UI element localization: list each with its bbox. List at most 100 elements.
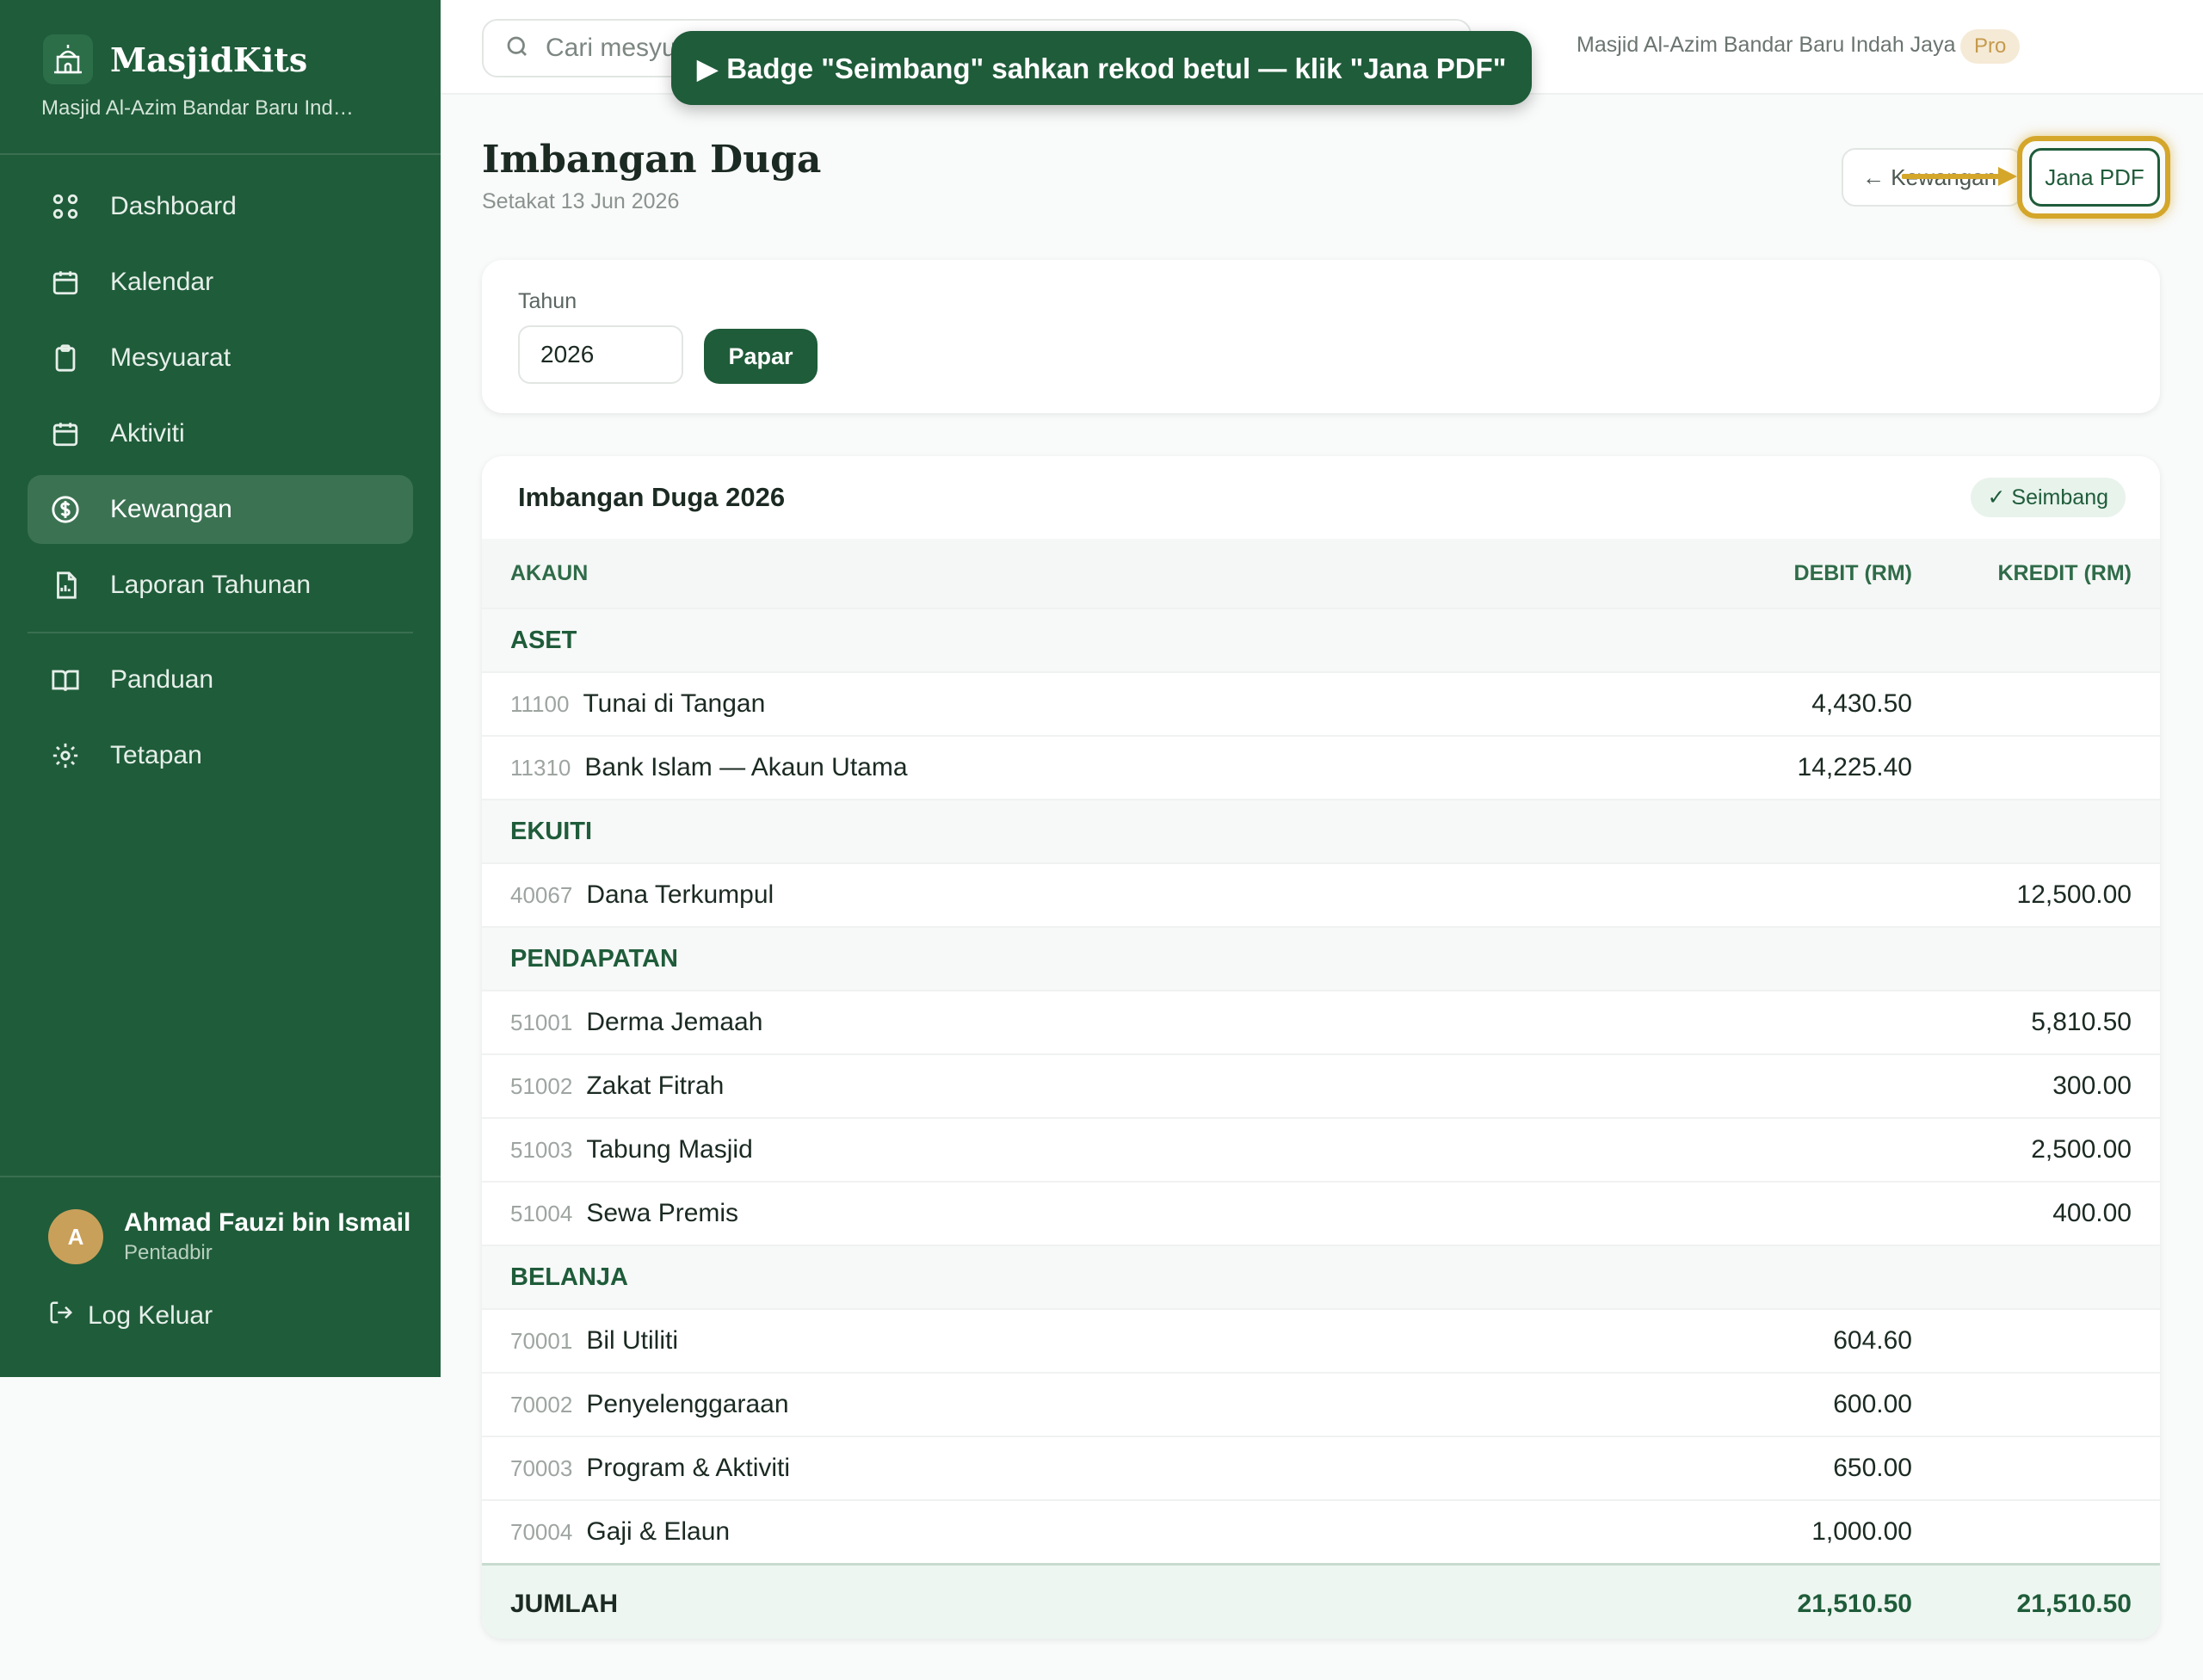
avatar: A xyxy=(48,1209,103,1264)
dollar-icon xyxy=(48,492,83,527)
table-row: 51003 Tabung Masjid 2,500.00 xyxy=(482,1117,2160,1181)
search-icon xyxy=(504,34,530,64)
logout-button[interactable]: Log Keluar xyxy=(0,1265,441,1332)
trial-balance-card: Imbangan Duga 2026 ✓ Seimbang AKAUN DEBI… xyxy=(482,456,2160,1639)
account-code: 70001 xyxy=(510,1328,573,1354)
account-code: 40067 xyxy=(510,882,573,908)
gear-icon xyxy=(48,738,83,773)
sidebar-item-dashboard[interactable]: Dashboard xyxy=(28,172,413,241)
sidebar-item-panduan[interactable]: Panduan xyxy=(28,645,413,714)
show-button[interactable]: Papar xyxy=(704,329,818,384)
group-row: BELANJA xyxy=(482,1245,2160,1308)
sidebar-item-label: Kalendar xyxy=(110,268,214,296)
logout-label: Log Keluar xyxy=(88,1301,213,1330)
group-label: ASET xyxy=(510,626,577,654)
brand-subtitle: Masjid Al-Azim Bandar Baru Indah J... xyxy=(41,96,361,120)
total-label: JUMLAH xyxy=(510,1589,618,1618)
sidebar-item-aktiviti[interactable]: Aktiviti xyxy=(28,399,413,468)
brand[interactable]: MasjidKits xyxy=(0,0,441,84)
group-label: PENDAPATAN xyxy=(510,944,678,973)
instruction-toast: ▶ Badge "Seimbang" sahkan rekod betul — … xyxy=(671,31,1532,105)
account-name: Zakat Fitrah xyxy=(586,1072,725,1100)
table-header-row: AKAUN DEBIT (RM) KREDIT (RM) xyxy=(482,539,2160,608)
sidebar-nav: Dashboard Kalendar Mesyuarat Aktiviti Ke… xyxy=(0,155,441,790)
table-row: 70004 Gaji & Elaun 1,000.00 xyxy=(482,1499,2160,1563)
sidebar-item-laporan-tahunan[interactable]: Laporan Tahunan xyxy=(28,551,413,620)
column-header-credit: KREDIT (RM) xyxy=(1997,560,2132,585)
calendar-icon xyxy=(48,265,83,300)
card-header: Imbangan Duga 2026 ✓ Seimbang xyxy=(482,456,2160,539)
account-code: 11310 xyxy=(510,755,571,781)
table-row: 11310 Bank Islam — Akaun Utama 14,225.40 xyxy=(482,735,2160,799)
account-code: 51004 xyxy=(510,1201,573,1226)
mosque-logo-icon xyxy=(43,34,93,84)
account-name: Tunai di Tangan xyxy=(583,689,766,718)
sidebar-item-kalendar[interactable]: Kalendar xyxy=(28,248,413,317)
table-row: 70002 Penyelenggaraan 600.00 xyxy=(482,1372,2160,1436)
credit-value: 12,500.00 xyxy=(2016,880,2132,909)
credit-value: 300.00 xyxy=(2052,1072,2132,1100)
divider xyxy=(28,632,413,633)
account-name: Dana Terkumpul xyxy=(586,880,774,909)
debit-value: 14,225.40 xyxy=(1797,753,1912,781)
table-row: 70003 Program & Aktiviti 650.00 xyxy=(482,1436,2160,1499)
grid-icon xyxy=(48,189,83,224)
credit-value: 2,500.00 xyxy=(2031,1135,2132,1164)
user-role: Pentadbir xyxy=(124,1241,213,1264)
sidebar-item-label: Dashboard xyxy=(110,192,237,220)
total-debit: 21,510.50 xyxy=(1797,1589,1912,1618)
group-row: EKUITI xyxy=(482,799,2160,862)
account-name: Derma Jemaah xyxy=(586,1008,763,1036)
table-row: 51001 Derma Jemaah 5,810.50 xyxy=(482,990,2160,1053)
group-row: ASET xyxy=(482,608,2160,671)
group-row: PENDAPATAN xyxy=(482,926,2160,990)
column-header-account: AKAUN xyxy=(510,560,589,585)
sidebar-item-mesyuarat[interactable]: Mesyuarat xyxy=(28,324,413,392)
account-code: 51001 xyxy=(510,1010,573,1035)
account-code: 70002 xyxy=(510,1392,573,1418)
total-row: JUMLAH 21,510.50 21,510.50 xyxy=(482,1563,2160,1639)
table-row: 40067 Dana Terkumpul 12,500.00 xyxy=(482,862,2160,926)
user-profile[interactable]: A Ahmad Fauzi bin Ismail Pentadbir xyxy=(0,1177,441,1265)
plan-badge: Pro xyxy=(1960,29,2021,64)
account-name: Sewa Premis xyxy=(586,1199,739,1227)
column-header-debit: DEBIT (RM) xyxy=(1793,560,1912,585)
sidebar-item-label: Aktiviti xyxy=(110,419,185,448)
logout-icon xyxy=(48,1300,74,1332)
sidebar-item-tetapan[interactable]: Tetapan xyxy=(28,721,413,790)
year-input[interactable] xyxy=(518,325,683,384)
pointer-arrow-icon xyxy=(1902,167,2017,186)
account-code: 11100 xyxy=(510,691,570,717)
report-icon xyxy=(48,568,83,602)
sidebar-item-label: Kewangan xyxy=(110,495,232,523)
table-row: 51002 Zakat Fitrah 300.00 xyxy=(482,1053,2160,1117)
page-title: Imbangan Duga xyxy=(482,138,822,182)
group-label: BELANJA xyxy=(510,1263,628,1291)
account-name: Bil Utiliti xyxy=(586,1326,678,1355)
brand-name: MasjidKits xyxy=(110,40,308,79)
sidebar-item-label: Tetapan xyxy=(110,741,202,769)
clipboard-icon xyxy=(48,341,83,375)
balanced-badge: ✓ Seimbang xyxy=(1970,478,2126,517)
sidebar-footer: A Ahmad Fauzi bin Ismail Pentadbir Log K… xyxy=(0,1176,441,1332)
page-subtitle: Setakat 13 Jun 2026 xyxy=(482,189,680,213)
year-label: Tahun xyxy=(518,289,577,313)
debit-value: 650.00 xyxy=(1833,1454,1912,1482)
credit-value: 5,810.50 xyxy=(2031,1008,2132,1036)
account-code: 51002 xyxy=(510,1073,573,1099)
account-name: Program & Aktiviti xyxy=(586,1454,791,1482)
group-label: EKUITI xyxy=(510,817,593,845)
sidebar-item-label: Panduan xyxy=(110,665,214,694)
organization-name: Masjid Al-Azim Bandar Baru Indah Jaya xyxy=(1577,33,1956,57)
account-name: Bank Islam — Akaun Utama xyxy=(584,753,908,781)
sidebar-item-kewangan[interactable]: Kewangan xyxy=(28,475,413,544)
table-row: 51004 Sewa Premis 400.00 xyxy=(482,1181,2160,1245)
account-name: Gaji & Elaun xyxy=(586,1517,731,1546)
table-row: 70001 Bil Utiliti 604.60 xyxy=(482,1308,2160,1372)
generate-pdf-button[interactable]: Jana PDF xyxy=(2029,148,2160,207)
account-name: Penyelenggaraan xyxy=(586,1390,789,1418)
book-icon xyxy=(48,663,83,697)
total-credit: 21,510.50 xyxy=(2016,1589,2132,1618)
account-code: 70003 xyxy=(510,1455,573,1481)
sidebar: MasjidKits Masjid Al-Azim Bandar Baru In… xyxy=(0,0,441,1377)
